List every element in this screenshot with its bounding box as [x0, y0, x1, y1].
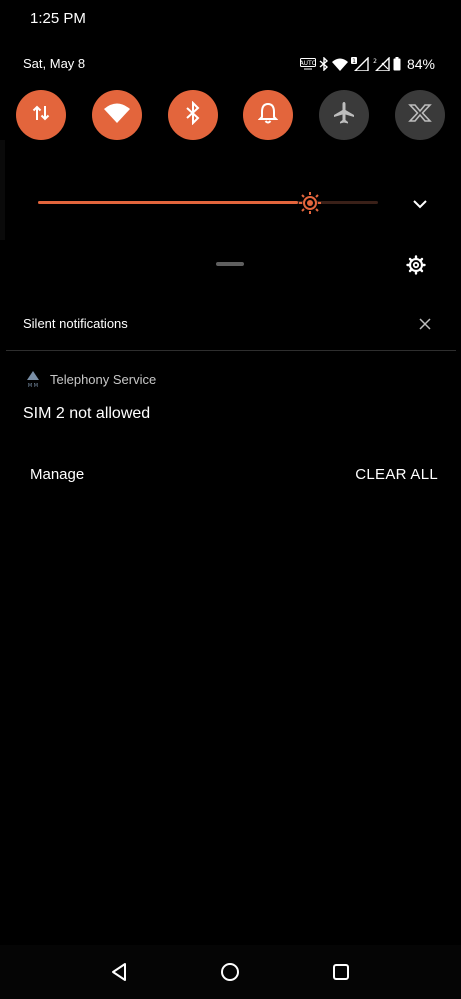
tile-bluetooth[interactable] — [167, 90, 218, 140]
bluetooth-icon — [185, 100, 201, 130]
signal-sim1-icon: 1 — [350, 57, 369, 71]
home-icon[interactable] — [219, 961, 241, 983]
svg-text:2: 2 — [373, 58, 377, 65]
divider — [6, 350, 456, 351]
wifi-icon — [331, 58, 348, 71]
x-mode-icon — [408, 103, 432, 128]
airplane-icon — [332, 101, 356, 130]
auto-brightness-icon: AUTO — [299, 58, 316, 70]
data-arrows-icon — [30, 102, 52, 129]
brightness-fill — [38, 201, 298, 204]
battery-percent: 84% — [406, 56, 435, 72]
brightness-slider[interactable] — [38, 190, 378, 216]
date-label: Sat, May 8 — [23, 56, 86, 71]
navigation-bar — [0, 945, 461, 999]
brightness-sun-icon[interactable] — [297, 190, 323, 216]
back-icon[interactable] — [108, 961, 130, 983]
svg-text:AUTO: AUTO — [300, 60, 316, 67]
clear-all-button[interactable]: CLEAR ALL — [355, 466, 438, 483]
telephony-app-icon: M M — [24, 370, 42, 389]
close-icon[interactable] — [417, 316, 433, 332]
quick-settings-tiles — [16, 90, 445, 140]
notification-app-name: Telephony Service — [50, 372, 157, 387]
clock-time: 1:25 PM — [30, 10, 86, 27]
manage-button[interactable]: Manage — [30, 466, 84, 483]
recents-icon[interactable] — [330, 961, 352, 983]
battery-icon — [393, 57, 401, 71]
status-icons: AUTO 1 2 84% — [299, 56, 435, 72]
tile-wifi[interactable] — [91, 90, 142, 140]
svg-text:M M: M M — [28, 383, 38, 388]
wifi-icon — [103, 102, 130, 129]
tile-mobile-data[interactable] — [16, 90, 66, 140]
panel-edge — [0, 140, 5, 240]
svg-text:1: 1 — [352, 58, 356, 65]
drag-handle[interactable] — [216, 262, 244, 266]
notification-title[interactable]: SIM 2 not allowed — [23, 405, 150, 423]
tile-airplane[interactable] — [319, 90, 370, 140]
signal-sim2-icon: 2 — [372, 57, 390, 71]
settings-gear-icon[interactable] — [405, 254, 427, 276]
bluetooth-icon — [319, 57, 329, 71]
tile-sound[interactable] — [243, 90, 294, 140]
bell-icon — [257, 102, 279, 129]
silent-notifications-header: Silent notifications — [23, 316, 128, 331]
expand-chevron-icon[interactable] — [408, 192, 432, 216]
tile-x-mode[interactable] — [394, 90, 445, 140]
